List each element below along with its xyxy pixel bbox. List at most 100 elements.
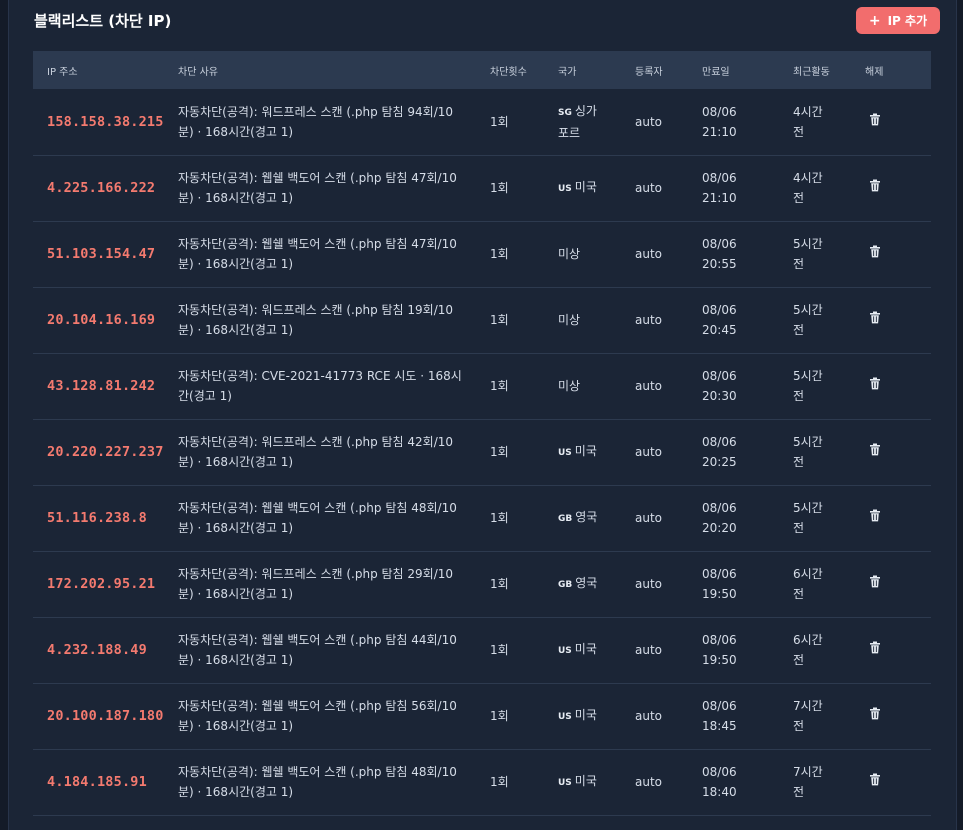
expires-date: 08/06	[702, 171, 737, 185]
block-reason-line: 자동차단(공격): 웹쉘 백도어 스캔 (.php 탐침 47회/10	[178, 237, 457, 251]
country: 미상	[558, 287, 635, 353]
expires-date: 08/06	[702, 369, 737, 383]
block-reason-line: 자동차단(공격): 워드프레스 스캔 (.php 탐침 29회/10	[178, 567, 454, 581]
expires: 08/06 20:25	[702, 419, 793, 485]
expires-date: 08/06	[702, 303, 737, 317]
ip-address[interactable]: 20.100.187.180	[47, 708, 164, 724]
ip-address[interactable]: 43.128.81.242	[47, 378, 155, 394]
country-name: 미국	[574, 708, 597, 722]
trash-icon[interactable]	[865, 640, 885, 660]
last-activity-value: 4시간	[793, 104, 823, 119]
block-reason-line: 분) · 168시간(경고 1)	[178, 785, 294, 799]
ip-address[interactable]: 4.232.188.49	[47, 642, 147, 658]
trash-icon[interactable]	[865, 178, 885, 198]
block-reason-line: 분) · 168시간(경고 1)	[178, 653, 294, 667]
block-count: 1회	[490, 445, 509, 459]
header-reason[interactable]: 차단 사유	[178, 51, 490, 89]
expires: 08/06 18:40	[702, 749, 793, 815]
country: US 미국	[558, 749, 635, 815]
block-reason-line: 자동차단(공격): 웹쉘 백도어 스캔 (.php 탐침 48회/10	[178, 765, 457, 779]
table-row: 20.220.227.237 자동차단(공격): 워드프레스 스캔 (.php 탐…	[33, 419, 931, 485]
ip-address[interactable]: 20.220.227.237	[47, 444, 164, 460]
ip-address[interactable]: 20.104.16.169	[47, 312, 155, 328]
expires-time: 18:45	[702, 719, 737, 733]
header-expires[interactable]: 만료일	[702, 51, 793, 89]
country: GB 영국	[558, 485, 635, 551]
table-row: 4.225.166.222 자동차단(공격): 웹쉘 백도어 스캔 (.php 탐…	[33, 155, 931, 221]
trash-icon[interactable]	[865, 310, 885, 330]
country-name: 영국	[575, 576, 598, 590]
expires-time: 21:10	[702, 124, 737, 139]
table-header-row: IP 주소 차단 사유 차단횟수 국가 등록자 만료일 최근활동 해제	[33, 51, 931, 89]
expires: 08/06 20:30	[702, 353, 793, 419]
table-row: 20.104.16.169 자동차단(공격): 워드프레스 스캔 (.php 탐침…	[33, 287, 931, 353]
block-reason: 자동차단(공격): 웹쉘 백도어 스캔 (.php 탐침 44회/10 분) · …	[178, 617, 490, 683]
ip-address[interactable]: 4.184.185.91	[47, 774, 147, 790]
country: US 미국	[558, 683, 635, 749]
block-reason-line: 분) · 168시간(경고 1)	[178, 455, 294, 469]
ip-address[interactable]: 158.158.38.215	[47, 114, 164, 130]
country-code: SG	[558, 107, 572, 118]
block-count: 1회	[490, 709, 509, 723]
ip-address[interactable]: 51.116.238.8	[47, 510, 147, 526]
trash-icon[interactable]	[865, 508, 885, 528]
country-code: US	[558, 184, 572, 194]
trash-icon[interactable]	[865, 772, 885, 792]
header-registrant[interactable]: 등록자	[635, 51, 702, 89]
block-reason-line: 간(경고 1)	[178, 389, 232, 403]
last-activity-value: 5시간	[793, 435, 823, 449]
block-reason: 자동차단(공격): CVE-2021-41773 RCE 시도 · 168시 간(…	[178, 353, 490, 419]
block-reason-line: 분) · 168시간(경고 1)	[178, 521, 294, 535]
release-cell	[865, 419, 931, 485]
block-reason: 자동차단(공격): 워드프레스 스캔 (.php 탐침 94회/10 분) · 1…	[178, 89, 490, 155]
block-count: 1회	[490, 775, 509, 789]
table-row: 43.128.81.242 자동차단(공격): CVE-2021-41773 RC…	[33, 353, 931, 419]
block-reason-line: 분) · 168시간(경고 1)	[178, 323, 294, 337]
ip-address[interactable]: 4.225.166.222	[47, 180, 155, 196]
table-row: 4.232.188.49 자동차단(공격): 웹쉘 백도어 스캔 (.php 탐침…	[33, 617, 931, 683]
trash-icon[interactable]	[865, 112, 885, 132]
last-activity-value: 5시간	[793, 237, 823, 251]
ip-address[interactable]: 172.202.95.21	[47, 576, 155, 592]
last-activity-suffix: 전	[793, 587, 805, 601]
header-ip[interactable]: IP 주소	[33, 51, 178, 89]
header-count[interactable]: 차단횟수	[490, 51, 558, 89]
registrant: auto	[635, 181, 663, 195]
table-row: 20.100.187.180 자동차단(공격): 웹쉘 백도어 스캔 (.php …	[33, 683, 931, 749]
country-name: 미상	[558, 247, 581, 261]
country-code: US	[558, 712, 572, 722]
add-ip-button[interactable]: + IP 추가	[856, 7, 940, 34]
country-name: 미국	[574, 444, 597, 458]
block-reason-line: 분) · 168시간(경고 1)	[178, 587, 294, 601]
country-name: 미국	[574, 180, 597, 194]
last-activity-value: 7시간	[793, 699, 823, 713]
expires: 08/06 20:20	[702, 485, 793, 551]
header-country[interactable]: 국가	[558, 51, 635, 89]
country: US 미국	[558, 419, 635, 485]
trash-icon[interactable]	[865, 244, 885, 264]
expires: 08/06 20:45	[702, 287, 793, 353]
trash-icon[interactable]	[865, 706, 885, 726]
last-activity: 6시간 전	[793, 617, 865, 683]
last-activity-suffix: 전	[793, 124, 805, 139]
block-reason: 자동차단(공격): 워드프레스 스캔 (.php 탐침 29회/10 분) · 1…	[178, 551, 490, 617]
expires-time: 19:50	[702, 653, 737, 667]
last-activity: 6시간 전	[793, 551, 865, 617]
expires-time: 20:45	[702, 323, 737, 337]
country-code: US	[558, 646, 572, 656]
table-row: 4.184.185.91 자동차단(공격): 웹쉘 백도어 스캔 (.php 탐침…	[33, 749, 931, 815]
expires: 08/06 18:45	[702, 683, 793, 749]
ip-address[interactable]: 51.103.154.47	[47, 246, 155, 262]
expires: 08/06 19:50	[702, 617, 793, 683]
last-activity: 5시간 전	[793, 485, 865, 551]
block-reason: 자동차단(공격): 웹쉘 백도어 스캔 (.php 탐침 56회/10 분) · …	[178, 683, 490, 749]
country-name: 미상	[558, 313, 581, 327]
block-reason-line: 분) · 168시간(경고 1)	[178, 719, 294, 733]
header-last-activity[interactable]: 최근활동	[793, 51, 865, 89]
block-count: 1회	[490, 577, 509, 591]
trash-icon[interactable]	[865, 376, 885, 396]
trash-icon[interactable]	[865, 574, 885, 594]
trash-icon[interactable]	[865, 442, 885, 462]
block-reason: 자동차단(공격): 웹쉘 백도어 스캔 (.php 탐침 48회/10 분) · …	[178, 749, 490, 815]
country-code: US	[558, 448, 572, 458]
